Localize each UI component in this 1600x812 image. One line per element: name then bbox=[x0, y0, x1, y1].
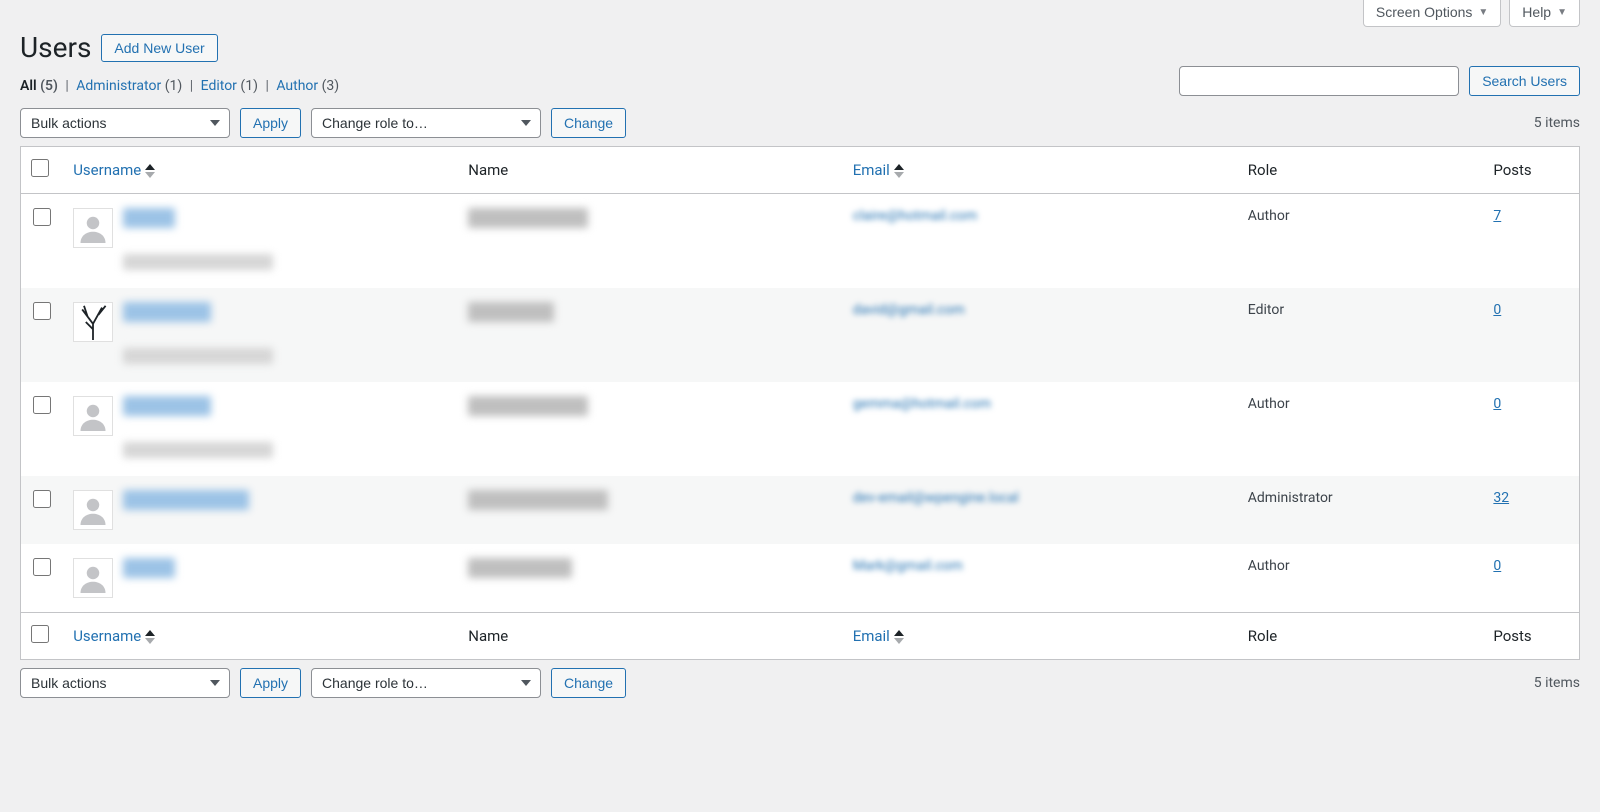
posts-link[interactable]: 32 bbox=[1493, 490, 1509, 506]
posts-link[interactable]: 0 bbox=[1493, 558, 1501, 574]
users-table: Username Name Email Role Posts claire@ho… bbox=[20, 146, 1580, 660]
items-count-top: 5 items bbox=[1534, 115, 1580, 131]
email-link[interactable]: david@gmail.com bbox=[853, 302, 965, 318]
filter-author[interactable]: Author bbox=[276, 78, 318, 94]
row-checkbox[interactable] bbox=[33, 490, 51, 508]
role-text: Author bbox=[1238, 544, 1484, 613]
email-link[interactable]: claire@hotmail.com bbox=[853, 208, 978, 224]
select-all-checkbox-bottom[interactable] bbox=[31, 625, 49, 643]
select-all-checkbox-top[interactable] bbox=[31, 159, 49, 177]
name-text bbox=[468, 396, 588, 416]
screen-options-label: Screen Options bbox=[1376, 4, 1473, 20]
posts-link[interactable]: 0 bbox=[1493, 396, 1501, 412]
row-checkbox[interactable] bbox=[33, 302, 51, 320]
sort-icon bbox=[894, 164, 904, 178]
email-link[interactable]: dev-email@wpengine.local bbox=[853, 490, 1019, 506]
change-role-button[interactable]: Change bbox=[551, 108, 626, 138]
avatar bbox=[73, 490, 113, 530]
row-checkbox[interactable] bbox=[33, 208, 51, 226]
username-link[interactable] bbox=[123, 302, 211, 322]
email-link[interactable]: Mark@gmail.com bbox=[853, 558, 963, 574]
filter-editor[interactable]: Editor bbox=[201, 78, 237, 94]
screen-options-tab[interactable]: Screen Options ▼ bbox=[1363, 0, 1501, 27]
bulk-apply-button[interactable]: Apply bbox=[240, 108, 301, 138]
avatar bbox=[73, 208, 113, 248]
row-checkbox[interactable] bbox=[33, 396, 51, 414]
table-row: david@gmail.com Editor 0 bbox=[21, 288, 1580, 382]
sort-icon bbox=[145, 164, 155, 178]
chevron-down-icon: ▼ bbox=[1557, 7, 1567, 18]
role-text: Author bbox=[1238, 194, 1484, 289]
sort-icon bbox=[894, 630, 904, 644]
username-link[interactable] bbox=[123, 208, 175, 228]
col-username-sort[interactable]: Username bbox=[73, 161, 155, 179]
search-users-input[interactable] bbox=[1179, 66, 1459, 96]
col-posts: Posts bbox=[1483, 147, 1579, 194]
search-users-button[interactable]: Search Users bbox=[1469, 66, 1580, 96]
items-count-bottom: 5 items bbox=[1534, 675, 1580, 691]
bulk-actions-select-bottom[interactable]: Bulk actions bbox=[20, 668, 230, 698]
col-name: Name bbox=[458, 147, 842, 194]
add-new-user-button[interactable]: Add New User bbox=[101, 34, 217, 62]
role-text: Author bbox=[1238, 382, 1484, 476]
name-text bbox=[468, 558, 572, 578]
row-checkbox[interactable] bbox=[33, 558, 51, 576]
name-text bbox=[468, 490, 608, 510]
col-role: Role bbox=[1238, 147, 1484, 194]
table-row: dev-email@wpengine.local Administrator 32 bbox=[21, 476, 1580, 544]
table-row: gemma@hotmail.com Author 0 bbox=[21, 382, 1580, 476]
name-text bbox=[468, 302, 554, 322]
username-link[interactable] bbox=[123, 558, 175, 578]
email-link[interactable]: gemma@hotmail.com bbox=[853, 396, 991, 412]
posts-link[interactable]: 0 bbox=[1493, 302, 1501, 318]
help-tab[interactable]: Help ▼ bbox=[1509, 0, 1580, 27]
posts-link[interactable]: 7 bbox=[1493, 208, 1501, 224]
help-label: Help bbox=[1522, 4, 1551, 20]
col-email-sort-bottom[interactable]: Email bbox=[853, 627, 904, 645]
table-row: Mark@gmail.com Author 0 bbox=[21, 544, 1580, 613]
role-text: Editor bbox=[1238, 288, 1484, 382]
avatar bbox=[73, 396, 113, 436]
bulk-apply-button-bottom[interactable]: Apply bbox=[240, 668, 301, 698]
col-username-sort-bottom[interactable]: Username bbox=[73, 627, 155, 645]
col-email-sort[interactable]: Email bbox=[853, 161, 904, 179]
sort-icon bbox=[145, 630, 155, 644]
bulk-actions-select[interactable]: Bulk actions bbox=[20, 108, 230, 138]
table-row: claire@hotmail.com Author 7 bbox=[21, 194, 1580, 289]
filter-all[interactable]: All (5) bbox=[20, 78, 58, 94]
filter-administrator[interactable]: Administrator bbox=[76, 78, 161, 94]
username-link[interactable] bbox=[123, 490, 249, 510]
name-text bbox=[468, 208, 588, 228]
change-role-select[interactable]: Change role to… bbox=[311, 108, 541, 138]
role-text: Administrator bbox=[1238, 476, 1484, 544]
change-role-select-bottom[interactable]: Change role to… bbox=[311, 668, 541, 698]
page-title: Users bbox=[20, 31, 91, 64]
change-role-button-bottom[interactable]: Change bbox=[551, 668, 626, 698]
avatar bbox=[73, 558, 113, 598]
username-link[interactable] bbox=[123, 396, 211, 416]
avatar bbox=[73, 302, 113, 342]
chevron-down-icon: ▼ bbox=[1478, 7, 1488, 18]
